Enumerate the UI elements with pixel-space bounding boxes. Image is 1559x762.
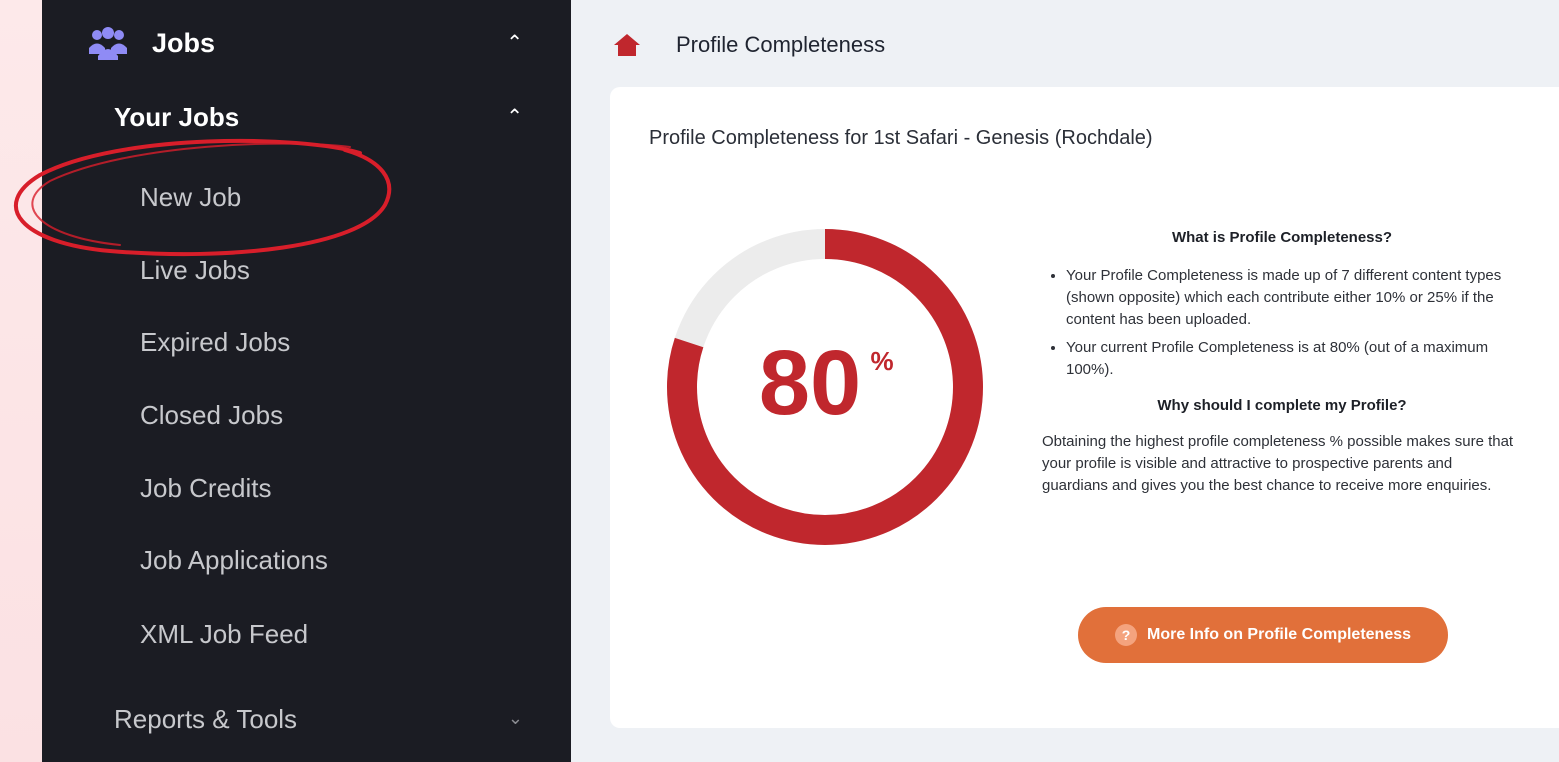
sidebar-section-jobs[interactable]: Jobs ⌃ (42, 18, 571, 70)
profile-completeness-card: Profile Completeness for 1st Safari - Ge… (610, 87, 1559, 728)
sidebar: Jobs ⌃ Your Jobs ⌃ New Job Live Jobs Exp… (42, 0, 571, 762)
info-panel: What is Profile Completeness? Your Profi… (1042, 227, 1522, 497)
more-info-button-label: More Info on Profile Completeness (1146, 626, 1412, 643)
sidebar-item-job-applications[interactable]: Job Applications (140, 545, 328, 576)
donut-value: 80 (759, 332, 861, 434)
info-heading-what: What is Profile Completeness? (1171, 229, 1393, 246)
chevron-up-icon[interactable]: ⌃ (506, 104, 523, 129)
sidebar-item-closed-jobs[interactable]: Closed Jobs (140, 400, 283, 431)
page-title: Profile Completeness (676, 32, 886, 57)
info-bullet: Your Profile Completeness is made up of … (1066, 265, 1522, 331)
page-background (0, 0, 42, 762)
page-header: Profile Completeness (571, 0, 1559, 86)
chevron-up-icon[interactable]: ⌃ (506, 30, 523, 55)
chevron-down-icon[interactable]: ⌄ (508, 708, 523, 729)
info-bullets: Your Profile Completeness is made up of … (1042, 265, 1522, 381)
more-info-button[interactable]: ? More Info on Profile Completeness (1078, 607, 1448, 663)
question-icon: ? (1114, 624, 1137, 646)
sidebar-section-label: Jobs (152, 28, 216, 58)
sidebar-section-reports[interactable]: Reports & Tools ⌄ (42, 704, 571, 744)
sidebar-item-xml-job-feed[interactable]: XML Job Feed (140, 619, 308, 650)
info-paragraph: Obtaining the highest profile completene… (1042, 433, 1514, 494)
highlight-circle-annotation (0, 125, 400, 270)
main-content: Profile Completeness Profile Completenes… (571, 0, 1559, 762)
home-icon[interactable] (613, 33, 641, 62)
sidebar-reports-label: Reports & Tools (114, 704, 298, 734)
completeness-donut: 80 % (660, 222, 990, 557)
card-title: Profile Completeness for 1st Safari - Ge… (649, 127, 1153, 149)
sidebar-item-job-credits[interactable]: Job Credits (140, 473, 272, 504)
donut-unit: % (870, 346, 893, 376)
people-icon (88, 26, 128, 65)
sidebar-item-expired-jobs[interactable]: Expired Jobs (140, 327, 290, 358)
info-bullet: Your current Profile Completeness is at … (1066, 337, 1522, 381)
info-heading-why: Why should I complete my Profile? (1157, 397, 1407, 414)
